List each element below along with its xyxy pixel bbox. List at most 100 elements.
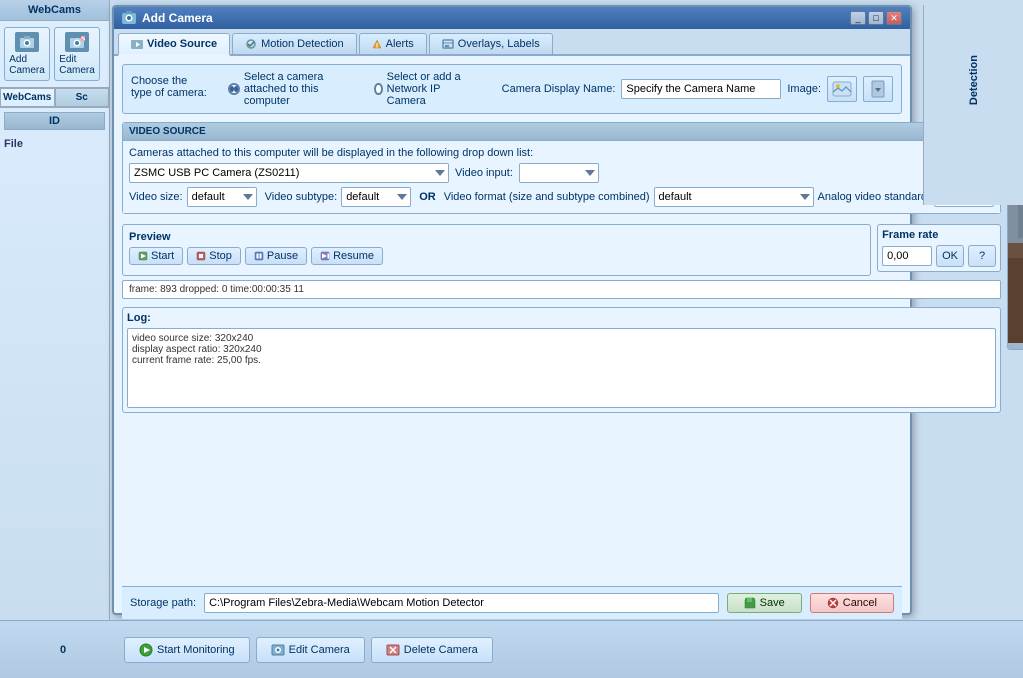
dialog-titlebar: Add Camera _ □ ✕ (114, 7, 910, 29)
video-format-item: Video format (size and subtype combined)… (444, 187, 994, 207)
framerate-controls: OK ? (882, 245, 996, 267)
tab-video-source[interactable]: Video Source (118, 33, 230, 56)
edit-camera-button[interactable]: Edit Camera (54, 27, 100, 81)
video-input-label: Video input: (455, 167, 513, 179)
image-dropdown-button[interactable] (863, 76, 893, 102)
dialog-body: Choose the type of camera: Select a came… (114, 56, 910, 592)
choose-camera-label: Choose the type of camera: (131, 75, 208, 99)
camera-display-name-input[interactable] (621, 79, 781, 99)
main-content: VIDEO SOURCE Cameras attached to this co… (122, 122, 902, 582)
radio-attached-circle[interactable] (228, 83, 240, 95)
delete-camera-icon (386, 643, 400, 657)
framerate-input[interactable] (882, 246, 932, 266)
file-label: File (0, 134, 109, 154)
video-subtype-select[interactable]: default (341, 187, 411, 207)
video-options-row: Video size: default Video subtype: defau… (129, 187, 994, 207)
detection-label: Detection (968, 55, 980, 105)
video-subtype-item: Video subtype: default (265, 187, 412, 207)
close-button[interactable]: ✕ (886, 11, 902, 25)
cancel-button[interactable]: Cancel (810, 593, 894, 613)
motion-tab-icon (245, 39, 257, 49)
video-source-tab-icon (131, 39, 143, 49)
edit-camera-task-button[interactable]: Edit Camera (256, 637, 365, 663)
video-input-select[interactable] (519, 163, 599, 183)
camera-title-icon (122, 11, 136, 25)
video-size-select[interactable]: default (187, 187, 257, 207)
camera-display-name-label: Camera Display Name: (502, 83, 616, 95)
resume-button[interactable]: Resume (311, 247, 383, 265)
video-source-title: VIDEO SOURCE (123, 123, 1000, 141)
storage-input[interactable] (204, 593, 719, 613)
video-format-select[interactable]: default (654, 187, 814, 207)
camera-name-section: Camera Display Name: Image: (502, 76, 893, 102)
left-tabs: WebCams Sc (0, 88, 109, 108)
progress-area: 0 (8, 644, 118, 656)
radio-network-circle[interactable] (374, 83, 382, 95)
tab-motion-detection[interactable]: Motion Detection (232, 33, 357, 54)
webcams-tab[interactable]: WebCams (0, 88, 55, 107)
preview-buttons: Start Stop Pause (129, 247, 864, 265)
help-button[interactable]: ? (968, 245, 996, 267)
pause-icon (254, 251, 264, 261)
save-icon (744, 597, 756, 609)
maximize-button[interactable]: □ (868, 11, 884, 25)
preview-section: Preview Start Stop (122, 224, 871, 276)
toolbar-icons: Add Camera Edit Camera (0, 21, 109, 88)
delete-camera-button[interactable]: Delete Camera (371, 637, 493, 663)
start-button[interactable]: Start (129, 247, 183, 265)
video-size-item: Video size: default (129, 187, 257, 207)
image-icon (832, 80, 852, 98)
id-col-header: ID (4, 112, 105, 130)
left-column: VIDEO SOURCE Cameras attached to this co… (122, 122, 1001, 582)
camera-select-row: ZSMC USB PC Camera (ZS0211) Video input: (129, 163, 994, 183)
frame-info: frame: 893 dropped: 0 time:00:00:35 11 (122, 280, 1001, 299)
tab-alerts[interactable]: Alerts (359, 33, 427, 54)
or-text: OR (419, 191, 436, 203)
overlays-tab-icon (442, 39, 454, 49)
preview-framerate-row: Preview Start Stop (122, 224, 1001, 276)
camera-type-row: Choose the type of camera: Select a came… (122, 64, 902, 114)
preview-title: Preview (129, 231, 864, 243)
video-source-box: VIDEO SOURCE Cameras attached to this co… (122, 122, 1001, 214)
video-size-label: Video size: (129, 191, 183, 203)
dialog-title: Add Camera (122, 11, 213, 25)
tab-overlays[interactable]: Overlays, Labels (429, 33, 553, 54)
add-camera-button[interactable]: Add Camera (4, 27, 50, 81)
bottom-bar: Storage path: Save Cancel (122, 586, 902, 619)
radio-attached[interactable]: Select a camera attached to this compute… (228, 71, 354, 107)
analog-standard-label: Analog video standard: (818, 191, 931, 203)
video-format-label: Video format (size and subtype combined) (444, 191, 650, 203)
log-text: video source size: 320x240 display aspec… (132, 333, 991, 366)
sc-tab[interactable]: Sc (55, 88, 110, 107)
main-window: WebCams Add Camera Edit Camera WebCams S… (0, 0, 1023, 678)
image-label: Image: (787, 83, 821, 95)
log-section: Log: video source size: 320x240 display … (122, 307, 1001, 413)
left-panel: WebCams Add Camera Edit Camera WebCams S… (0, 0, 110, 620)
detection-panel: Detection (923, 5, 1023, 205)
start-monitoring-button[interactable]: Start Monitoring (124, 637, 250, 663)
cancel-icon (827, 597, 839, 609)
progress-number: 0 (60, 644, 66, 656)
resume-icon (320, 251, 330, 261)
dropdown-arrow-icon (871, 80, 885, 98)
add-camera-icon (15, 32, 39, 52)
start-icon (138, 251, 148, 261)
camera-select[interactable]: ZSMC USB PC Camera (ZS0211) (129, 163, 449, 183)
radio-network[interactable]: Select or add a Network IP Camera (374, 71, 481, 107)
edit-camera-icon (65, 32, 89, 52)
image-button[interactable] (827, 76, 857, 102)
cameras-row: Cameras attached to this computer will b… (129, 147, 994, 159)
save-button[interactable]: Save (727, 593, 802, 613)
stop-icon (196, 251, 206, 261)
dialog-tabs: Video Source Motion Detection Alerts Ove… (114, 29, 910, 56)
add-camera-dialog: Add Camera _ □ ✕ Video Source Motion Det… (112, 5, 912, 615)
ok-button[interactable]: OK (936, 245, 964, 267)
start-monitoring-icon (139, 643, 153, 657)
minimize-button[interactable]: _ (850, 11, 866, 25)
stop-button[interactable]: Stop (187, 247, 241, 265)
framerate-section: Frame rate OK ? (877, 224, 1001, 272)
dialog-controls: _ □ ✕ (850, 11, 902, 25)
framerate-title: Frame rate (882, 229, 996, 241)
left-content: ID (0, 108, 109, 134)
pause-button[interactable]: Pause (245, 247, 307, 265)
